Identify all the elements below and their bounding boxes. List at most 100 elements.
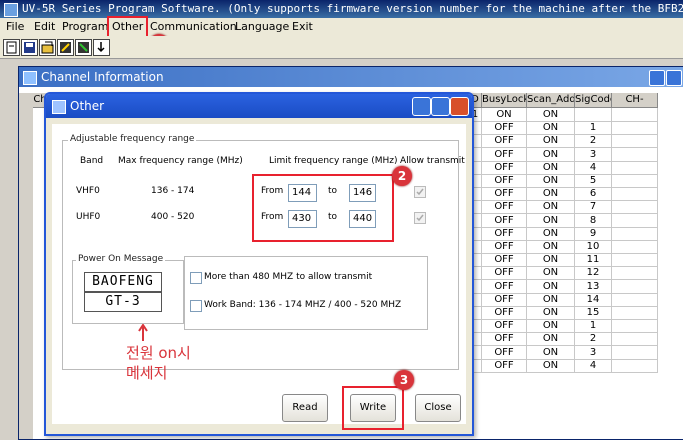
table-cell[interactable]: OFF — [482, 279, 527, 294]
more-than-480mhz-checkbox[interactable] — [190, 272, 202, 284]
table-cell[interactable]: ON — [527, 345, 575, 360]
table-cell[interactable] — [612, 319, 658, 334]
table-cell[interactable]: 2 — [575, 332, 612, 347]
table-cell[interactable] — [612, 108, 658, 122]
table-cell[interactable]: 4 — [575, 358, 612, 373]
table-cell[interactable]: 2 — [575, 134, 612, 149]
table-cell[interactable]: OFF — [482, 358, 527, 373]
table-cell[interactable]: OFF — [482, 187, 527, 202]
save-icon[interactable] — [21, 39, 38, 56]
table-cell[interactable]: OFF — [482, 160, 527, 175]
open-file-icon[interactable] — [39, 39, 56, 56]
table-cell[interactable]: ON — [527, 108, 575, 122]
table-cell[interactable] — [612, 200, 658, 215]
table-cell[interactable]: 6 — [575, 187, 612, 202]
table-cell[interactable] — [612, 253, 658, 268]
table-cell[interactable] — [612, 292, 658, 307]
table-cell[interactable]: ON — [527, 279, 575, 294]
uhf-allow-transmit-checkbox[interactable] — [414, 212, 426, 224]
table-cell[interactable]: OFF — [482, 213, 527, 228]
table-cell[interactable]: OFF — [482, 306, 527, 320]
table-cell[interactable]: OFF — [482, 121, 527, 136]
table-cell[interactable]: 5 — [575, 174, 612, 188]
table-cell[interactable] — [612, 306, 658, 320]
table-cell[interactable]: ON — [527, 147, 575, 162]
table-cell[interactable] — [612, 332, 658, 347]
table-cell[interactable] — [612, 187, 658, 202]
table-cell[interactable] — [612, 279, 658, 294]
table-cell[interactable]: OFF — [482, 345, 527, 360]
table-cell[interactable]: ON — [527, 121, 575, 136]
table-cell[interactable] — [612, 240, 658, 254]
table-cell[interactable]: ON — [527, 319, 575, 334]
read-radio-icon[interactable] — [57, 39, 74, 56]
menu-edit[interactable]: Edit — [32, 18, 57, 36]
table-cell[interactable]: 3 — [575, 147, 612, 162]
table-cell[interactable] — [575, 108, 612, 122]
menu-communication[interactable]: Communication — [148, 18, 239, 36]
work-band-checkbox[interactable] — [190, 300, 202, 312]
table-cell[interactable]: ON — [527, 332, 575, 347]
table-cell[interactable]: 4 — [575, 160, 612, 175]
table-cell[interactable]: 13 — [575, 279, 612, 294]
table-cell[interactable]: ON — [527, 358, 575, 373]
table-cell[interactable]: OFF — [482, 226, 527, 241]
table-cell[interactable]: 7 — [575, 200, 612, 215]
table-cell[interactable]: OFF — [482, 240, 527, 254]
menu-other[interactable]: Other — [107, 16, 149, 38]
table-cell[interactable]: OFF — [482, 292, 527, 307]
table-cell[interactable]: ON — [527, 174, 575, 188]
table-cell[interactable]: OFF — [482, 147, 527, 162]
read-button[interactable]: Read — [282, 394, 328, 422]
table-cell[interactable]: ON — [527, 226, 575, 241]
menu-program[interactable]: Program — [60, 18, 110, 36]
menu-file[interactable]: File — [4, 18, 26, 36]
table-cell[interactable]: 10 — [575, 240, 612, 254]
table-cell[interactable] — [612, 121, 658, 136]
table-cell[interactable]: ON — [527, 266, 575, 281]
table-cell[interactable] — [612, 213, 658, 228]
table-cell[interactable]: ON — [527, 253, 575, 268]
menu-exit[interactable]: Exit — [290, 18, 315, 36]
table-cell[interactable]: OFF — [482, 253, 527, 268]
power-on-message-line1[interactable]: BAOFENG — [84, 272, 162, 292]
table-cell[interactable]: 14 — [575, 292, 612, 307]
close-icon[interactable] — [450, 97, 469, 116]
table-cell[interactable]: 3 — [575, 345, 612, 360]
table-cell[interactable]: 8 — [575, 213, 612, 228]
table-cell[interactable]: 11 — [575, 253, 612, 268]
table-cell[interactable]: 1 — [575, 121, 612, 136]
write-radio-icon[interactable] — [75, 39, 92, 56]
table-cell[interactable]: ON — [527, 306, 575, 320]
table-cell[interactable]: ON — [527, 200, 575, 215]
table-cell[interactable]: 1 — [575, 319, 612, 334]
table-cell[interactable] — [612, 358, 658, 373]
table-cell[interactable]: ON — [527, 292, 575, 307]
menu-language[interactable]: Language — [233, 18, 291, 36]
table-cell[interactable]: OFF — [482, 266, 527, 281]
table-cell[interactable] — [612, 174, 658, 188]
table-cell[interactable]: ON — [527, 213, 575, 228]
table-cell[interactable]: ON — [527, 240, 575, 254]
table-cell[interactable]: OFF — [482, 200, 527, 215]
table-cell[interactable] — [612, 226, 658, 241]
table-cell[interactable]: ON — [527, 187, 575, 202]
minimize-icon[interactable] — [412, 97, 431, 116]
table-cell[interactable]: ON — [527, 134, 575, 149]
new-file-icon[interactable] — [3, 39, 20, 56]
download-arrow-icon[interactable] — [93, 39, 110, 56]
table-cell[interactable] — [612, 134, 658, 149]
table-cell[interactable]: 15 — [575, 306, 612, 320]
table-cell[interactable]: 9 — [575, 226, 612, 241]
table-cell[interactable] — [612, 266, 658, 281]
table-cell[interactable] — [612, 160, 658, 175]
table-cell[interactable]: ON — [527, 160, 575, 175]
table-cell[interactable]: OFF — [482, 134, 527, 149]
table-cell[interactable]: OFF — [482, 332, 527, 347]
table-cell[interactable]: ON — [482, 108, 527, 122]
table-cell[interactable] — [612, 147, 658, 162]
vhf-allow-transmit-checkbox[interactable] — [414, 186, 426, 198]
maximize-icon[interactable] — [431, 97, 450, 116]
close-button[interactable]: Close — [415, 394, 461, 422]
table-cell[interactable]: 12 — [575, 266, 612, 281]
